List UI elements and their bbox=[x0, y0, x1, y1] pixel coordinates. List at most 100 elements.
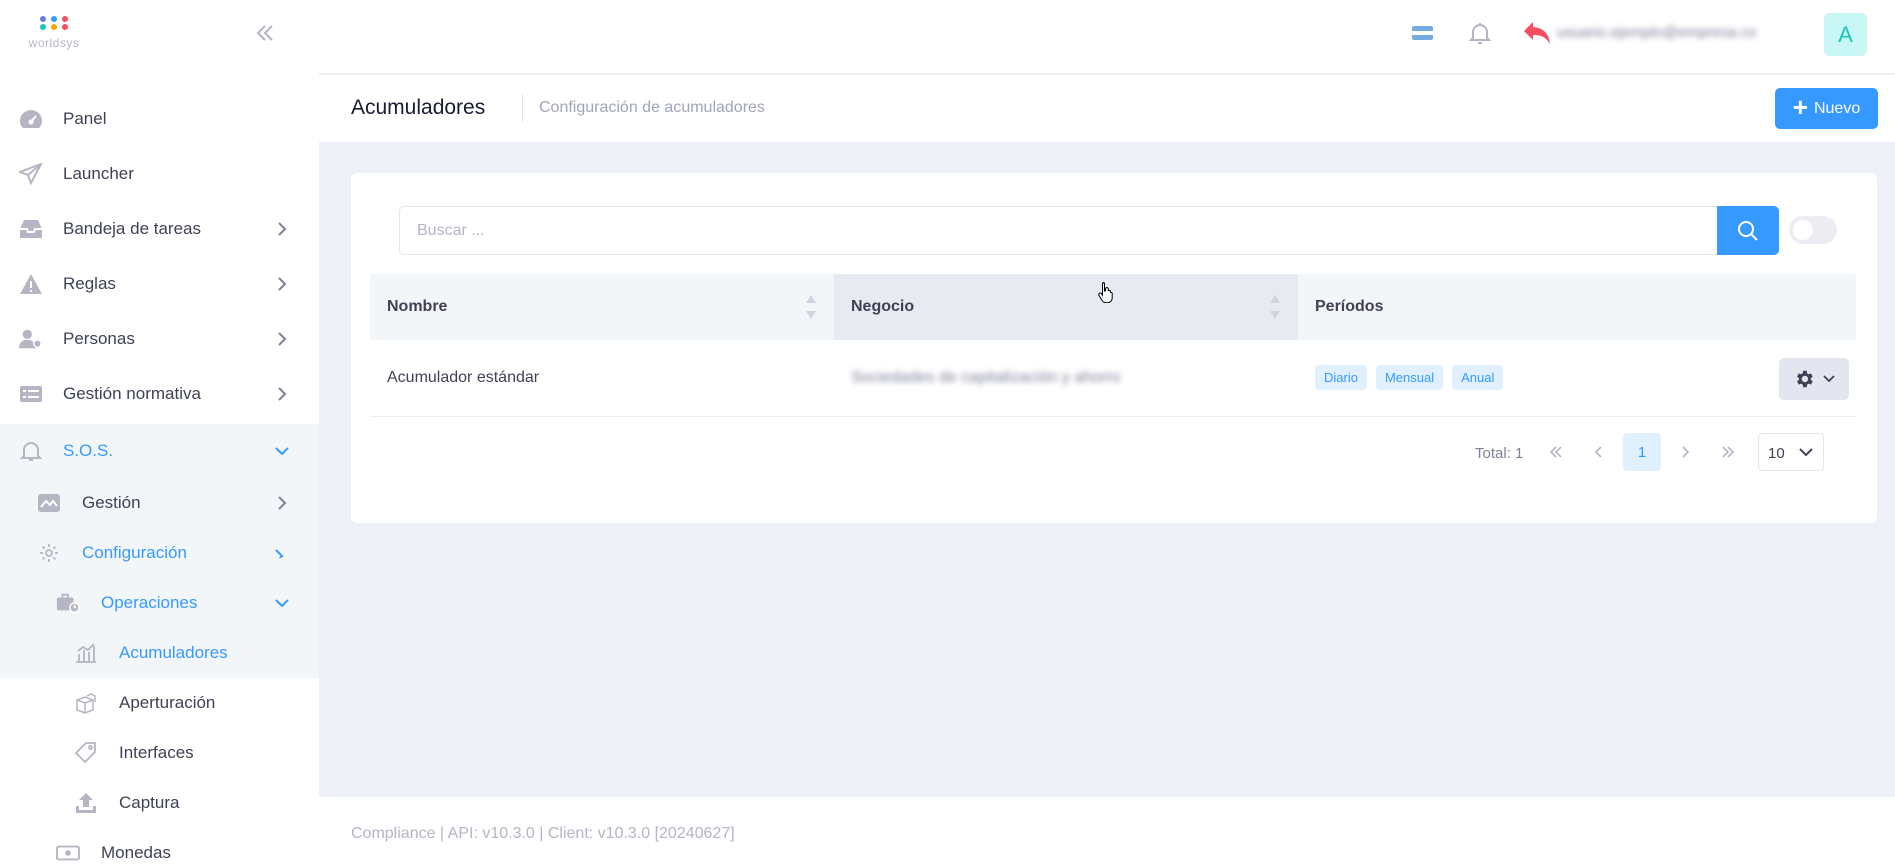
sidebar-item-label: Aperturación bbox=[119, 693, 216, 712]
sidebar: worldsys Panel Launcher Bandeja de tarea… bbox=[0, 0, 319, 867]
sidebar-item-captura[interactable]: Captura bbox=[0, 778, 319, 828]
cell-nombre: Acumulador estándar bbox=[370, 340, 834, 417]
chevron-down-icon bbox=[275, 444, 289, 458]
toggle-knob bbox=[1793, 220, 1813, 240]
sidebar-item-label: Launcher bbox=[63, 164, 134, 183]
return-arrow-icon[interactable] bbox=[1522, 20, 1552, 46]
sidebar-item-configuracion[interactable]: Configuración bbox=[0, 528, 319, 578]
tag-icon bbox=[74, 741, 98, 765]
page-button-1[interactable]: 1 bbox=[1623, 433, 1661, 471]
search-bar bbox=[399, 206, 1779, 255]
sidebar-item-bandeja[interactable]: Bandeja de tareas bbox=[0, 204, 319, 254]
logo-dots bbox=[24, 16, 84, 22]
sidebar-item-label: Reglas bbox=[63, 274, 116, 293]
gear-icon bbox=[37, 541, 61, 565]
negocio-value: Sociedades de capitalización y ahorro bbox=[851, 368, 1121, 386]
chevron-down-icon bbox=[275, 596, 289, 610]
gauge-icon bbox=[19, 107, 43, 131]
sidebar-item-panel[interactable]: Panel bbox=[0, 94, 319, 144]
worldsys-logo[interactable]: worldsys bbox=[24, 14, 84, 54]
chevron-left-icon bbox=[1595, 446, 1602, 458]
page-size-value: 10 bbox=[1768, 445, 1785, 462]
chevron-right-icon bbox=[275, 277, 289, 291]
sidebar-item-gestion-normativa[interactable]: Gestión normativa bbox=[0, 369, 319, 419]
double-chevron-left-icon bbox=[1549, 446, 1562, 458]
sidebar-item-operaciones[interactable]: Operaciones bbox=[0, 578, 319, 628]
search-button[interactable] bbox=[1717, 206, 1779, 255]
chevron-right-icon bbox=[275, 332, 289, 346]
warning-icon bbox=[19, 272, 43, 296]
chevron-right-icon bbox=[275, 496, 289, 510]
collapse-sidebar-button[interactable] bbox=[250, 18, 280, 48]
sidebar-item-launcher[interactable]: Launcher bbox=[0, 149, 319, 199]
next-page-button[interactable] bbox=[1666, 433, 1704, 471]
briefcase-clock-icon bbox=[56, 591, 80, 615]
new-button[interactable]: + Nuevo bbox=[1775, 88, 1878, 129]
first-page-button[interactable] bbox=[1537, 433, 1575, 471]
table-row[interactable]: Acumulador estándar Sociedades de capita… bbox=[370, 340, 1856, 417]
bar-chart-icon bbox=[74, 641, 98, 665]
sidebar-item-acumuladores[interactable]: Acumuladores bbox=[0, 628, 319, 678]
gear-icon bbox=[1797, 370, 1813, 388]
sort-icon[interactable] bbox=[805, 293, 817, 321]
chevron-down-icon bbox=[275, 546, 289, 560]
accumulators-card: Nombre Negocio Períodos Acumulador están… bbox=[351, 173, 1877, 523]
page-size-select[interactable]: 10 bbox=[1758, 433, 1824, 471]
boxes-icon bbox=[74, 691, 98, 715]
total-count: Total: 1 bbox=[1475, 445, 1524, 462]
row-actions-button[interactable] bbox=[1779, 358, 1849, 400]
sidebar-item-reglas[interactable]: Reglas bbox=[0, 259, 319, 309]
double-chevron-right-icon bbox=[1722, 446, 1735, 458]
chart-image-icon bbox=[37, 491, 61, 515]
avatar[interactable]: A bbox=[1824, 13, 1867, 56]
double-chevron-left-icon bbox=[256, 25, 273, 41]
user-name[interactable]: usuario.ejemplo@empresa.com.ar bbox=[1557, 24, 1757, 42]
sidebar-item-label: Interfaces bbox=[119, 743, 194, 762]
column-header-label: Nombre bbox=[387, 298, 448, 315]
sidebar-item-sos[interactable]: S.O.S. bbox=[0, 424, 319, 478]
page-title: Acumuladores bbox=[351, 96, 486, 119]
prev-page-button[interactable] bbox=[1580, 433, 1618, 471]
chevron-down-icon bbox=[1823, 375, 1835, 383]
inbox-tray-icon bbox=[19, 217, 43, 241]
period-badge: Anual bbox=[1452, 365, 1504, 391]
paper-plane-icon bbox=[19, 162, 43, 186]
cell-periodos: Diario Mensual Anual bbox=[1298, 340, 1856, 417]
cell-negocio: Sociedades de capitalización y ahorro bbox=[834, 340, 1298, 417]
sidebar-item-interfaces[interactable]: Interfaces bbox=[0, 728, 319, 778]
search-input[interactable] bbox=[399, 206, 1717, 255]
filter-toggle[interactable] bbox=[1789, 216, 1837, 244]
pagination: Total: 1 1 10 bbox=[351, 433, 1877, 473]
sidebar-item-monedas[interactable]: Monedas bbox=[0, 828, 319, 867]
sidebar-item-label: Gestión normativa bbox=[63, 384, 201, 403]
user-gear-icon bbox=[19, 327, 43, 351]
column-header-nombre[interactable]: Nombre bbox=[370, 274, 834, 340]
chevron-right-icon bbox=[275, 387, 289, 401]
argentina-flag-icon[interactable] bbox=[1412, 26, 1433, 40]
page-subtitle: Configuración de acumuladores bbox=[539, 99, 765, 116]
search-icon bbox=[1738, 220, 1758, 241]
logo-text: worldsys bbox=[28, 36, 80, 50]
sidebar-item-label: Operaciones bbox=[101, 593, 198, 612]
column-header-label: Períodos bbox=[1315, 298, 1384, 315]
logo-dots-row2 bbox=[24, 24, 84, 30]
sidebar-item-label: Personas bbox=[63, 329, 135, 348]
sidebar-item-label: Bandeja de tareas bbox=[63, 219, 201, 238]
bell-icon bbox=[19, 439, 43, 463]
sidebar-item-personas[interactable]: Personas bbox=[0, 314, 319, 364]
column-header-label: Negocio bbox=[851, 298, 915, 315]
plus-icon: + bbox=[1792, 92, 1808, 122]
sidebar-item-label: Panel bbox=[63, 109, 107, 128]
last-page-button[interactable] bbox=[1709, 433, 1747, 471]
money-icon bbox=[56, 841, 80, 865]
sort-icon[interactable] bbox=[1269, 293, 1281, 321]
hand-cursor-icon bbox=[1097, 281, 1115, 304]
column-header-negocio[interactable]: Negocio bbox=[834, 274, 1298, 340]
sidebar-item-label: Acumuladores bbox=[119, 643, 228, 662]
sidebar-item-label: Gestión bbox=[82, 493, 141, 512]
sidebar-item-gestion[interactable]: Gestión bbox=[0, 478, 319, 528]
sidebar-item-aperturacion[interactable]: Aperturación bbox=[0, 678, 319, 728]
chevron-right-icon bbox=[275, 222, 289, 236]
notifications-bell-icon[interactable] bbox=[1467, 20, 1493, 46]
sidebar-item-label: Configuración bbox=[82, 543, 187, 562]
